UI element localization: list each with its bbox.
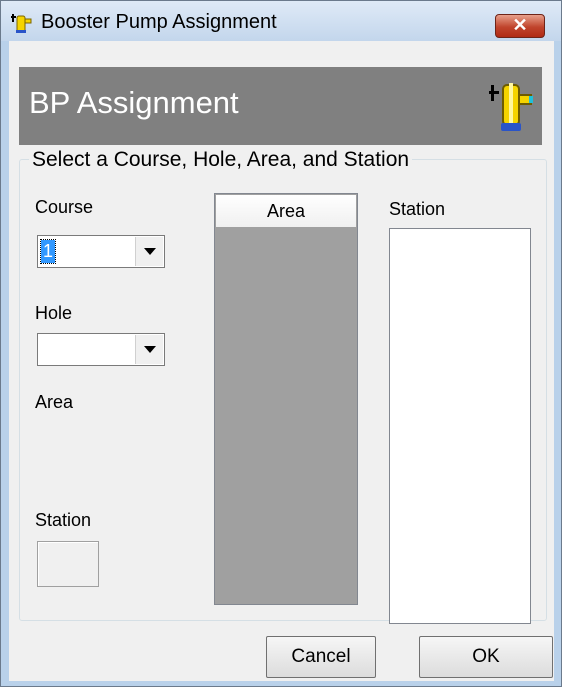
hole-dropdown[interactable] <box>37 333 165 366</box>
group-legend: Select a Course, Hole, Area, and Station <box>29 148 413 172</box>
hole-label: Hole <box>35 303 73 323</box>
header-banner: BP Assignment <box>19 67 542 145</box>
dialog-body: BP Assignment Select a Course, Hole, Are… <box>9 41 554 681</box>
station-list[interactable] <box>389 228 531 624</box>
header-title: BP Assignment <box>29 85 239 120</box>
station-list-label: Station <box>389 199 446 219</box>
chevron-down-icon[interactable] <box>135 335 163 364</box>
station-label: Station <box>35 510 92 530</box>
hole-value <box>41 338 45 361</box>
chevron-down-icon[interactable] <box>135 237 163 266</box>
area-column-header[interactable]: Area <box>215 194 357 228</box>
booster-pump-icon <box>11 14 32 33</box>
area-list[interactable]: Area <box>214 193 358 605</box>
course-value: 1 <box>39 239 57 264</box>
window-title: Booster Pump Assignment <box>41 11 277 33</box>
area-label: Area <box>35 392 74 412</box>
course-label: Course <box>35 197 94 217</box>
cancel-button[interactable]: Cancel <box>266 636 376 678</box>
close-button[interactable]: ✕ <box>495 14 545 38</box>
title-bar[interactable]: Booster Pump Assignment ✕ <box>1 1 561 41</box>
booster-pump-dialog: Booster Pump Assignment ✕ BP Assignment … <box>0 0 562 687</box>
booster-pump-icon <box>489 83 533 131</box>
ok-button[interactable]: OK <box>419 636 553 678</box>
course-dropdown[interactable]: 1 <box>37 235 165 268</box>
station-field <box>37 541 99 587</box>
